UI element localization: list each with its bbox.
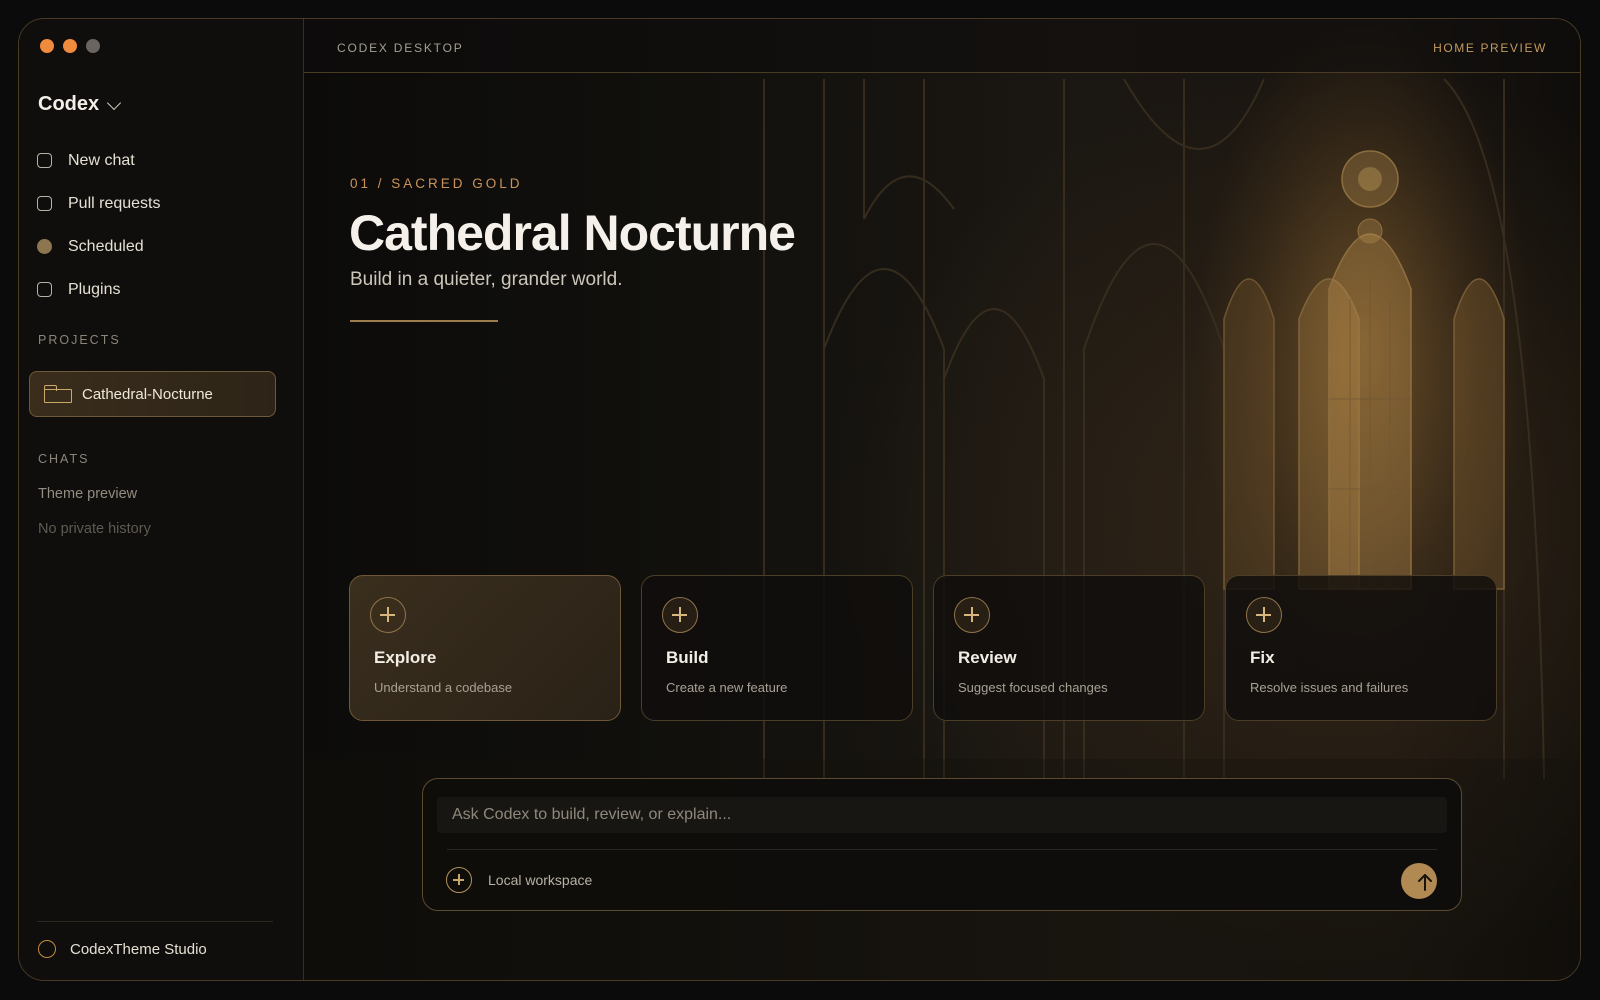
nav-item-label: Scheduled	[68, 237, 144, 255]
brand-name: Codex	[38, 93, 100, 115]
square-icon	[37, 282, 52, 297]
avatar-ring-icon	[38, 940, 56, 958]
nav-item-label: Pull requests	[68, 194, 161, 212]
card-explore[interactable]: Explore Understand a codebase	[349, 575, 621, 721]
hero-divider	[350, 320, 498, 322]
action-cards: Explore Understand a codebase Build Crea…	[349, 575, 1497, 721]
preview-label[interactable]: HOME PREVIEW	[1433, 41, 1547, 55]
plus-icon	[954, 597, 990, 633]
plus-icon	[370, 597, 406, 633]
square-icon	[37, 196, 52, 211]
plus-icon	[662, 597, 698, 633]
project-label: Cathedral-Nocturne	[82, 385, 213, 403]
hero-title: Cathedral Nocturne	[349, 205, 796, 261]
projects-section-label: PROJECTS	[38, 333, 121, 347]
nav-item-scheduled[interactable]: Scheduled	[37, 225, 161, 268]
sidebar-divider	[37, 921, 273, 922]
folder-icon	[44, 385, 72, 403]
card-title: Build	[666, 648, 709, 667]
prompt-input[interactable]	[437, 797, 1447, 833]
account-button[interactable]: CodexTheme Studio	[38, 940, 207, 958]
nav-item-plugins[interactable]: Plugins	[37, 268, 161, 311]
square-icon	[37, 153, 52, 168]
card-build[interactable]: Build Create a new feature	[641, 575, 913, 721]
main-panel: CODEX DESKTOP HOME PREVIEW 01 / SACRED G…	[304, 19, 1580, 980]
add-context-button[interactable]	[446, 867, 472, 893]
chats-section-label: CHATS	[38, 452, 90, 466]
filled-circle-icon	[37, 239, 52, 254]
hero-subtitle: Build in a quieter, grander world.	[350, 269, 623, 290]
composer: Local workspace	[422, 778, 1462, 911]
app-window: Codex New chat Pull requests Scheduled P…	[18, 18, 1581, 981]
arrow-up-icon	[1418, 874, 1432, 891]
nav-item-new-chat[interactable]: New chat	[37, 139, 161, 182]
card-subtitle: Create a new feature	[666, 680, 788, 695]
card-title: Review	[958, 648, 1017, 667]
nav-item-label: Plugins	[68, 280, 121, 298]
workspace-selector[interactable]: Local workspace	[488, 872, 592, 888]
sidebar: Codex New chat Pull requests Scheduled P…	[19, 19, 304, 980]
chat-item-empty-note: No private history	[38, 521, 151, 537]
top-bar: CODEX DESKTOP HOME PREVIEW	[304, 19, 1580, 73]
chevron-down-icon	[107, 95, 122, 110]
composer-divider	[447, 849, 1437, 850]
nav-item-pull-requests[interactable]: Pull requests	[37, 182, 161, 225]
close-window-button[interactable]	[40, 39, 54, 53]
hero-eyebrow: 01 / SACRED GOLD	[350, 176, 523, 191]
maximize-window-button[interactable]	[86, 39, 100, 53]
workspace-switcher[interactable]: Codex	[38, 93, 122, 116]
card-title: Fix	[1250, 648, 1275, 667]
project-item-cathedral-nocturne[interactable]: Cathedral-Nocturne	[29, 371, 276, 417]
account-name: CodexTheme Studio	[70, 940, 207, 958]
card-subtitle: Suggest focused changes	[958, 680, 1108, 695]
minimize-window-button[interactable]	[63, 39, 77, 53]
card-subtitle: Understand a codebase	[374, 680, 513, 695]
card-title: Explore	[374, 648, 437, 667]
card-review[interactable]: Review Suggest focused changes	[933, 575, 1205, 721]
nav-item-label: New chat	[68, 151, 135, 169]
chat-item-theme-preview[interactable]: Theme preview	[38, 486, 137, 502]
send-button[interactable]	[1401, 863, 1437, 899]
window-controls	[40, 39, 100, 53]
card-subtitle: Resolve issues and failures	[1250, 680, 1409, 695]
main-nav: New chat Pull requests Scheduled Plugins	[37, 139, 161, 311]
app-label: CODEX DESKTOP	[337, 41, 464, 55]
plus-icon	[1246, 597, 1282, 633]
card-fix[interactable]: Fix Resolve issues and failures	[1225, 575, 1497, 721]
